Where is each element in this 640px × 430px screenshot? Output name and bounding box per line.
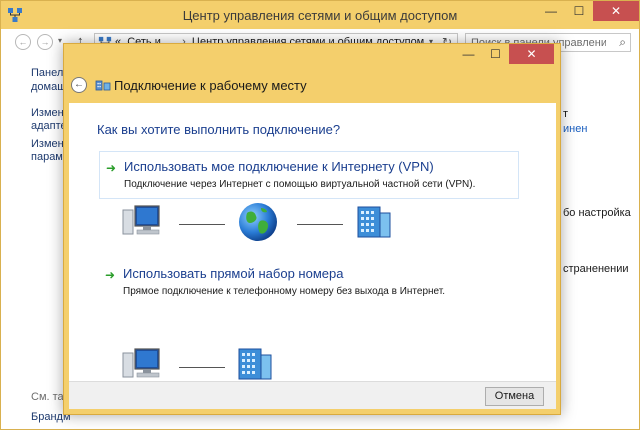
window-titlebar: Центр управления сетями и общим доступом… [1, 1, 639, 29]
connect-workplace-dialog: — ☐ ✕ ← Подключение к рабочему месту Как… [63, 43, 561, 415]
option-dialup[interactable]: ➜ Использовать прямой набор номера Прямо… [99, 259, 519, 307]
server-icon [238, 348, 272, 380]
window-controls: — ☐ ✕ [537, 1, 639, 21]
cancel-button[interactable]: Отмена [485, 387, 544, 406]
option-vpn-description: Подключение через Интернет с помощью вир… [124, 179, 476, 190]
computer-icon [122, 348, 160, 378]
green-arrow-icon: ➜ [105, 268, 116, 282]
search-icon[interactable]: ⌕ [619, 35, 626, 50]
dialog-title: Подключение к рабочему месту [114, 78, 307, 93]
dialog-question: Как вы хотите выполнить подключение? [97, 122, 341, 137]
connection-line [179, 224, 225, 225]
maximize-button[interactable]: ☐ [565, 1, 593, 21]
dialog-footer: Отмена [69, 381, 556, 409]
maximize-button[interactable]: ☐ [482, 44, 509, 64]
connection-line [179, 367, 225, 368]
close-button[interactable]: ✕ [509, 44, 554, 64]
minimize-button[interactable]: — [455, 44, 482, 64]
option-vpn[interactable]: ➜ Использовать мое подключение к Интерне… [99, 151, 519, 199]
server-icon [357, 206, 391, 238]
back-arrow-icon[interactable]: ← [71, 77, 87, 93]
sidebar-fragment[interactable]: домаш [31, 81, 66, 93]
recent-pages-dropdown[interactable]: ▾ [58, 36, 62, 45]
minimize-button[interactable]: — [537, 1, 565, 21]
main-fragment[interactable]: бо настройка [563, 207, 631, 219]
computer-icon [122, 205, 160, 235]
close-button[interactable]: ✕ [593, 1, 639, 21]
option-vpn-title: Использовать мое подключение к Интернету… [124, 159, 434, 174]
green-arrow-icon: ➜ [106, 161, 117, 175]
option-dialup-title: Использовать прямой набор номера [123, 266, 344, 281]
dialog-window-controls: — ☐ ✕ [455, 44, 554, 64]
workplace-connection-icon [95, 80, 111, 91]
connection-line [297, 224, 343, 225]
forward-button[interactable]: → [37, 34, 53, 50]
main-fragment[interactable]: страненении [563, 263, 629, 275]
main-fragment[interactable]: инен [563, 123, 587, 135]
main-fragment: т [563, 108, 569, 120]
option-dialup-description: Прямое подключение к телефонному номеру … [123, 286, 446, 297]
dialog-content: Как вы хотите выполнить подключение? ➜ И… [69, 103, 556, 381]
globe-icon [239, 203, 277, 241]
back-button[interactable]: ← [15, 34, 31, 50]
